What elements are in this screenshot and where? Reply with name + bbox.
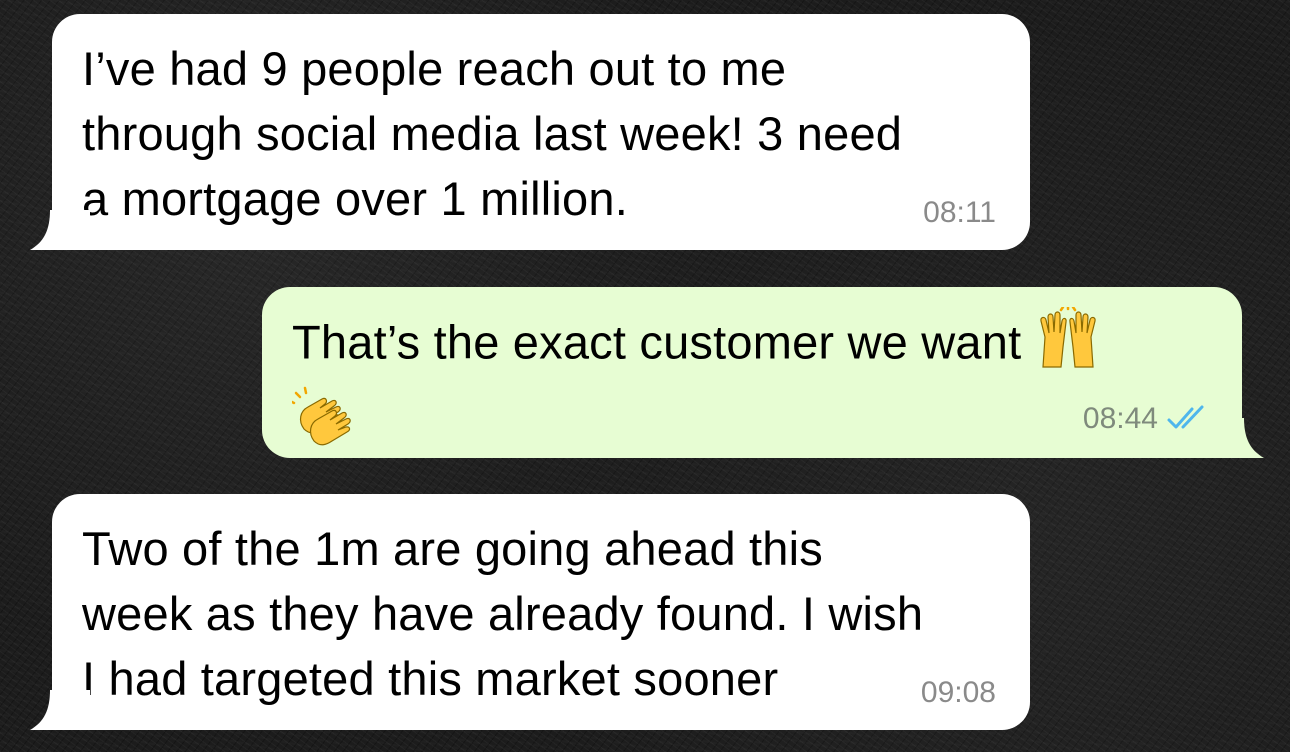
outgoing-message-bubble[interactable]: That’s the exact customer we want 08:44 (262, 287, 1264, 458)
raising-hands-emoji (1035, 304, 1101, 385)
chat-thread: I’ve had 9 people reach out to me throug… (0, 0, 1290, 752)
message-meta: 08:11 (923, 196, 996, 230)
message-text: That’s the exact customer we want (288, 304, 1212, 463)
message-text-content: That’s the exact customer we want (292, 315, 1022, 369)
double-check-read-icon (1166, 405, 1210, 433)
message-meta: 09:08 (921, 676, 996, 710)
message-timestamp: 08:44 (1082, 402, 1158, 435)
message-text: I’ve had 9 people reach out to me throug… (82, 42, 903, 225)
message-timestamp: 09:08 (920, 676, 996, 709)
clapping-hands-emoji (288, 385, 356, 463)
message-meta: 08:44 (1083, 402, 1210, 436)
message-timestamp: 08:11 (923, 196, 996, 229)
message-text: Two of the 1m are going ahead this week … (82, 522, 924, 705)
incoming-message-bubble[interactable]: Two of the 1m are going ahead this week … (30, 494, 1030, 730)
bubble-tail (30, 210, 90, 250)
incoming-message-bubble[interactable]: I’ve had 9 people reach out to me throug… (30, 14, 1030, 250)
bubble-tail (1204, 418, 1264, 458)
bubble-tail (30, 690, 90, 730)
